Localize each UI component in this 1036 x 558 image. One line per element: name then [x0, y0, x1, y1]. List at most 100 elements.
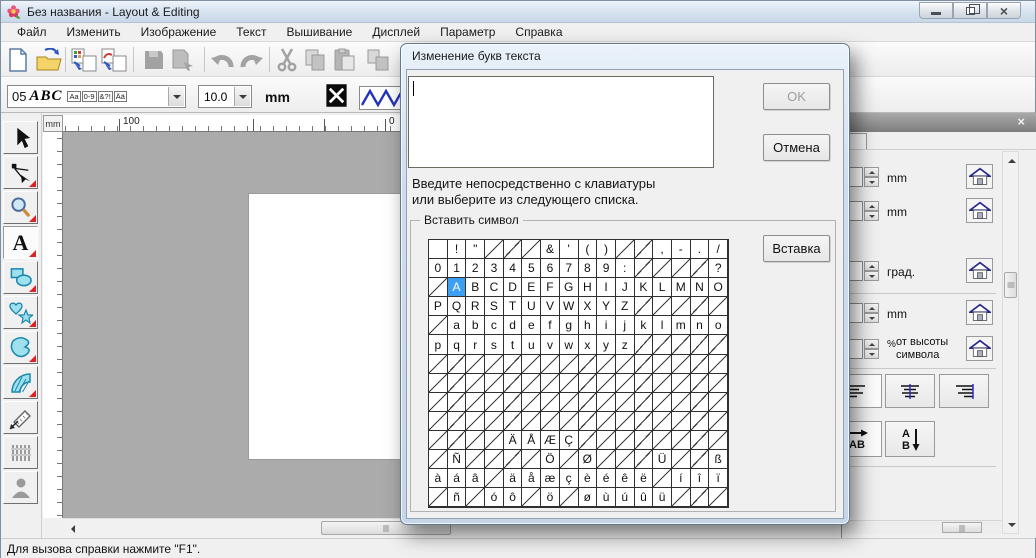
char-cell[interactable]: H	[579, 278, 598, 297]
spin-up-button[interactable]	[864, 261, 879, 271]
char-cell[interactable]: U	[522, 297, 541, 316]
char-cell[interactable]: V	[541, 297, 560, 316]
char-cell[interactable]: ô	[504, 488, 523, 507]
char-cell[interactable]: í	[672, 469, 691, 488]
char-cell[interactable]: (	[579, 240, 598, 259]
char-cell[interactable]: ï	[709, 469, 728, 488]
char-cell[interactable]: ä	[504, 469, 523, 488]
text-size-select[interactable]: 10.0	[198, 85, 252, 108]
char-cell[interactable]: P	[429, 297, 448, 316]
scroll-left-button[interactable]	[64, 520, 81, 537]
char-cell[interactable]: A	[448, 278, 467, 297]
char-cell[interactable]: ,	[653, 240, 672, 259]
char-cell[interactable]: Ä	[504, 431, 523, 450]
spin-up-button[interactable]	[864, 201, 879, 211]
menu-item[interactable]: Справка	[505, 23, 572, 41]
char-cell[interactable]: ë	[635, 469, 654, 488]
char-cell[interactable]: K	[635, 278, 654, 297]
char-cell[interactable]: n	[691, 316, 710, 335]
char-cell[interactable]: 3	[485, 259, 504, 278]
reset-default-button[interactable]	[966, 300, 993, 325]
char-cell[interactable]: Æ	[541, 431, 560, 450]
char-cell[interactable]: X	[579, 297, 598, 316]
minimize-button[interactable]	[919, 2, 953, 19]
char-cell[interactable]: ù	[597, 488, 616, 507]
char-cell[interactable]: ú	[616, 488, 635, 507]
char-cell[interactable]: k	[635, 316, 654, 335]
char-cell[interactable]: w	[560, 335, 579, 354]
menu-item[interactable]: Изображение	[131, 23, 227, 41]
char-cell[interactable]: l	[653, 316, 672, 335]
char-cell[interactable]: Ñ	[448, 450, 467, 469]
export-button-disabled[interactable]	[169, 45, 199, 74]
panel-close-icon[interactable]: ×	[1017, 114, 1025, 129]
char-cell[interactable]: C	[485, 278, 504, 297]
spin-up-button[interactable]	[864, 339, 879, 349]
char-cell[interactable]: .	[691, 240, 710, 259]
char-cell[interactable]: o	[709, 316, 728, 335]
char-cell[interactable]: :	[616, 259, 635, 278]
char-cell[interactable]: S	[485, 297, 504, 316]
menu-item[interactable]: Файл	[7, 23, 57, 41]
paste-button-disabled[interactable]	[330, 45, 360, 74]
char-cell[interactable]: 0	[429, 259, 448, 278]
point-edit-tool-button[interactable]	[3, 156, 38, 189]
char-cell[interactable]: )	[597, 240, 616, 259]
char-cell[interactable]: Ö	[541, 450, 560, 469]
char-cell[interactable]: B	[466, 278, 485, 297]
thread-color-button[interactable]	[323, 82, 350, 109]
char-cell[interactable]: T	[504, 297, 523, 316]
char-cell[interactable]: t	[504, 335, 523, 354]
char-cell[interactable]: Å	[522, 431, 541, 450]
freeform-tool-button[interactable]	[3, 331, 38, 364]
char-cell[interactable]: g	[560, 316, 579, 335]
char-cell[interactable]: Ç	[560, 431, 579, 450]
char-cell[interactable]: J	[616, 278, 635, 297]
shapes-tool-button[interactable]	[3, 261, 38, 294]
char-cell[interactable]: -	[672, 240, 691, 259]
scrollbar-thumb[interactable]	[942, 522, 982, 533]
spin-down-button[interactable]	[864, 349, 879, 359]
panel-horizontal-scrollbar[interactable]	[842, 520, 1001, 534]
reset-default-button[interactable]	[966, 164, 993, 189]
menu-item[interactable]: Вышивание	[276, 23, 362, 41]
restore-button[interactable]	[953, 2, 987, 19]
spin-down-button[interactable]	[864, 313, 879, 323]
char-cell[interactable]: 2	[466, 259, 485, 278]
char-cell[interactable]: b	[466, 316, 485, 335]
char-cell[interactable]: 1	[448, 259, 467, 278]
close-button[interactable]: ×	[987, 2, 1021, 19]
char-cell[interactable]: u	[522, 335, 541, 354]
char-cell[interactable]: ø	[579, 488, 598, 507]
char-cell[interactable]: !	[448, 240, 467, 259]
font-select-arrow[interactable]	[168, 87, 184, 106]
stitch-view-tool-button[interactable]	[3, 436, 38, 469]
align-right-button[interactable]	[939, 374, 989, 408]
fan-shape-tool-button[interactable]	[3, 366, 38, 399]
char-cell[interactable]: N	[691, 278, 710, 297]
zoom-tool-button[interactable]	[3, 191, 38, 224]
char-cell[interactable]: å	[522, 469, 541, 488]
char-cell[interactable]: q	[448, 335, 467, 354]
spin-up-button[interactable]	[864, 167, 879, 177]
panel-vertical-scrollbar[interactable]	[1002, 151, 1019, 534]
char-cell[interactable]: è	[579, 469, 598, 488]
char-cell[interactable]: Q	[448, 297, 467, 316]
char-cell[interactable]: F	[541, 278, 560, 297]
char-cell[interactable]: à	[429, 469, 448, 488]
save-button-disabled[interactable]	[139, 45, 169, 74]
char-cell[interactable]: f	[541, 316, 560, 335]
spin-down-button[interactable]	[864, 271, 879, 281]
char-cell[interactable]: '	[560, 240, 579, 259]
char-cell[interactable]: Ü	[653, 450, 672, 469]
cut-button-disabled[interactable]	[272, 45, 302, 74]
copy-button-disabled[interactable]	[301, 45, 331, 74]
spin-down-button[interactable]	[864, 211, 879, 221]
char-cell[interactable]: é	[597, 469, 616, 488]
menu-item[interactable]: Текст	[226, 23, 276, 41]
cancel-button[interactable]: Отмена	[763, 134, 830, 161]
char-cell[interactable]: p	[429, 335, 448, 354]
char-cell[interactable]: m	[672, 316, 691, 335]
reset-default-button[interactable]	[966, 258, 993, 283]
char-cell[interactable]: æ	[541, 469, 560, 488]
